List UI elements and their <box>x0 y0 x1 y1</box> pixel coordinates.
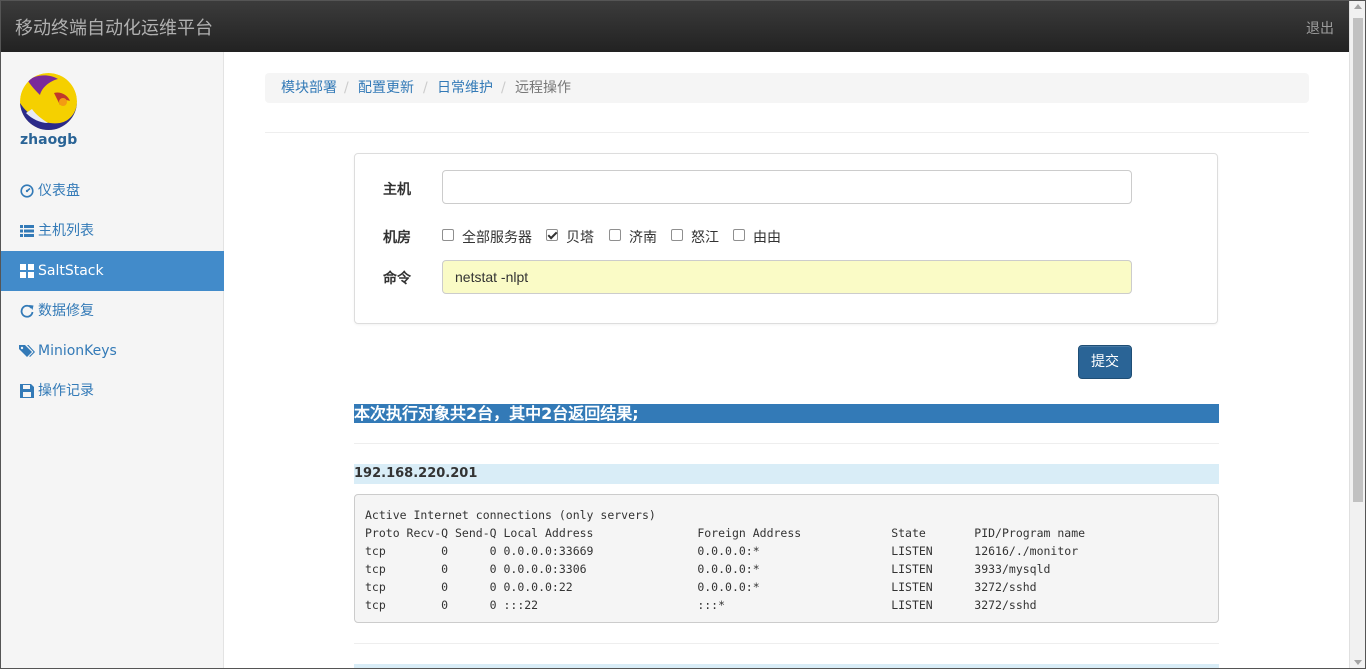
host-label: 主机 <box>383 182 411 198</box>
breadcrumb: 模块部署 / 配置更新 / 日常维护 / 远程操作 <box>265 73 1309 103</box>
top-navbar: 移动终端自动化运维平台 退出 <box>0 0 1349 52</box>
host-input[interactable] <box>442 170 1132 204</box>
room-label: 机房 <box>383 230 411 246</box>
scroll-up-arrow-icon[interactable] <box>1354 4 1362 9</box>
command-label: 命令 <box>383 271 411 287</box>
breadcrumb-item-remote-operation: 远程操作 <box>515 80 571 96</box>
sidebar-item-operation-log[interactable]: 操作记录 <box>0 371 224 411</box>
sidebar-item-host-list[interactable]: 主机列表 <box>0 211 224 251</box>
sidebar-item-label: SaltStack <box>38 263 104 279</box>
sidebar-item-label: 仪表盘 <box>38 183 80 199</box>
main-content: 模块部署 / 配置更新 / 日常维护 / 远程操作 主机 机房 全部服务器 贝塔… <box>224 52 1349 669</box>
sidebar-item-label: MinionKeys <box>38 343 117 359</box>
list-icon <box>20 225 34 237</box>
breadcrumb-separator: / <box>344 80 349 96</box>
checkbox[interactable] <box>442 229 454 241</box>
sidebar-item-saltstack[interactable]: SaltStack <box>0 251 224 291</box>
sidebar-item-label: 数据修复 <box>38 303 94 319</box>
result-host-title-next <box>354 664 1219 669</box>
submit-button[interactable]: 提交 <box>1078 345 1132 379</box>
checkbox[interactable] <box>609 229 621 241</box>
username[interactable]: zhaogb <box>20 132 77 148</box>
divider <box>265 132 1309 133</box>
result-host-title: 192.168.220.201 <box>354 464 1219 484</box>
divider <box>354 643 1219 644</box>
checkbox-label: 贝塔 <box>566 230 594 246</box>
dashboard-icon <box>20 184 34 198</box>
checkbox-label: 济南 <box>629 230 657 246</box>
breadcrumb-item-config-update[interactable]: 配置更新 <box>358 73 414 103</box>
refresh-icon <box>20 304 34 318</box>
checkbox[interactable] <box>733 229 745 241</box>
checkbox[interactable] <box>671 229 683 241</box>
command-output: Active Internet connections (only server… <box>354 494 1219 623</box>
breadcrumb-item-daily-maintenance[interactable]: 日常维护 <box>437 73 493 103</box>
sidebar-item-minionkeys[interactable]: MinionKeys <box>0 331 224 371</box>
logout-link[interactable]: 退出 <box>1306 18 1334 38</box>
breadcrumb-separator: / <box>423 80 428 96</box>
breadcrumb-separator: / <box>501 80 506 96</box>
sidebar-item-label: 主机列表 <box>38 223 94 239</box>
command-input[interactable]: netstat -nlpt <box>442 260 1132 294</box>
sidebar-item-data-repair[interactable]: 数据修复 <box>0 291 224 331</box>
tags-icon <box>19 345 35 357</box>
avatar[interactable] <box>20 73 77 130</box>
save-icon <box>20 384 34 398</box>
scroll-down-arrow-icon[interactable] <box>1354 660 1362 665</box>
checkbox[interactable] <box>546 229 558 241</box>
sidebar-item-dashboard[interactable]: 仪表盘 <box>0 171 224 211</box>
scrollbar-thumb[interactable] <box>1353 18 1363 502</box>
checkbox-label: 由由 <box>753 230 781 246</box>
app-title[interactable]: 移动终端自动化运维平台 <box>15 14 213 40</box>
result-summary: 本次执行对象共2台，其中2台返回结果; <box>354 404 1219 423</box>
sidebar: zhaogb 仪表盘 主机列表 SaltStack 数据修复 MinionKey… <box>0 52 224 669</box>
grid-icon <box>20 264 34 278</box>
checkbox-label: 怒江 <box>691 230 719 246</box>
command-form-panel: 主机 机房 全部服务器 贝塔 济南 怒江 由由 命令 netstat -nlpt <box>354 153 1218 324</box>
checkbox-label: 全部服务器 <box>462 230 532 246</box>
breadcrumb-item-module-deploy[interactable]: 模块部署 <box>281 73 337 103</box>
divider <box>354 443 1219 444</box>
sidebar-item-label: 操作记录 <box>38 383 94 399</box>
vertical-scrollbar[interactable] <box>1349 0 1366 669</box>
